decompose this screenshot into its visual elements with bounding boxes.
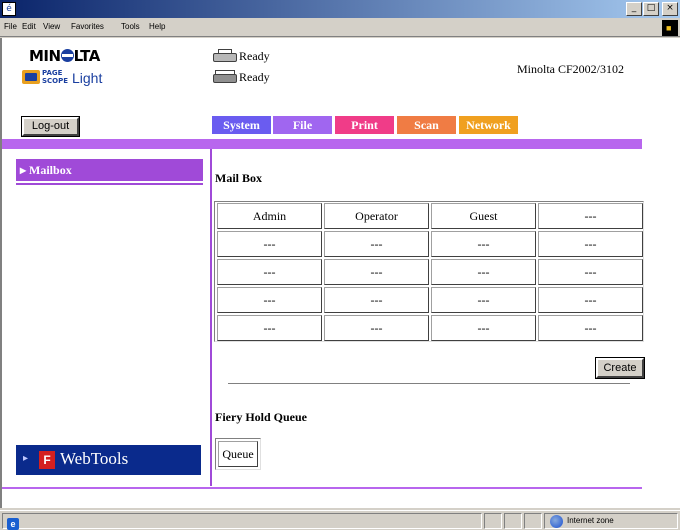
maximize-button[interactable]: □ xyxy=(643,2,659,16)
mailbox-cell[interactable]: --- xyxy=(538,231,643,257)
mailbox-cell[interactable]: --- xyxy=(538,315,643,341)
brand-prefix: MIN xyxy=(29,47,61,65)
status-main-pane: e xyxy=(2,513,482,530)
mailbox-cell[interactable]: --- xyxy=(431,287,536,313)
minolta-globe-icon xyxy=(60,49,74,62)
printer-status: Ready xyxy=(212,48,292,65)
mailbox-cell[interactable]: --- xyxy=(538,259,643,285)
sidebar-divider xyxy=(210,149,212,486)
minolta-logo: MIN LTA xyxy=(29,47,100,65)
create-button[interactable]: Create xyxy=(595,357,645,379)
mailbox-cell[interactable]: --- xyxy=(538,287,643,313)
mailbox-cell[interactable]: --- xyxy=(324,231,429,257)
tab-system[interactable]: System xyxy=(212,116,271,134)
pagescope-light-text: Light xyxy=(72,70,103,86)
webtools-label: WebTools xyxy=(60,449,129,468)
sidebar-underline xyxy=(16,183,203,185)
tab-file[interactable]: File xyxy=(273,116,332,134)
fiery-logo-icon: F xyxy=(39,451,55,469)
menu-bar: File Edit View Favorites Tools Help ■ xyxy=(0,19,680,37)
mailbox-cell[interactable]: --- xyxy=(217,315,322,341)
menu-tools[interactable]: Tools xyxy=(121,22,140,31)
ie-app-icon: é xyxy=(2,2,16,16)
brand-suffix: LTA xyxy=(73,47,101,65)
pagescope-page-text: PAGE SCOPE xyxy=(42,69,69,85)
status-bar: e Internet zone xyxy=(0,510,680,530)
mailbox-cell[interactable]: Operator xyxy=(324,203,429,229)
copier-status-text: Ready xyxy=(239,70,270,84)
mailbox-cell[interactable]: --- xyxy=(431,315,536,341)
printer-icon xyxy=(212,49,238,63)
menu-help[interactable]: Help xyxy=(149,22,165,31)
mailbox-cell[interactable]: Guest xyxy=(431,203,536,229)
mailbox-cell[interactable]: --- xyxy=(324,315,429,341)
mailbox-table: Admin Operator Guest --- --- --- --- ---… xyxy=(214,201,644,342)
ie-page-icon: e xyxy=(7,518,19,530)
close-button[interactable]: × xyxy=(662,2,678,16)
mailbox-cell[interactable]: --- xyxy=(217,259,322,285)
menu-view[interactable]: View xyxy=(43,22,60,31)
mailbox-cell[interactable]: --- xyxy=(324,259,429,285)
fiery-hold-queue-title: Fiery Hold Queue xyxy=(215,410,307,424)
browser-window: é _ □ × File Edit View Favorites Tools H… xyxy=(0,0,680,530)
mailbox-title: Mail Box xyxy=(215,171,262,185)
tab-scan[interactable]: Scan xyxy=(397,116,456,134)
copier-icon xyxy=(212,70,238,84)
tab-print[interactable]: Print xyxy=(335,116,394,134)
logout-button[interactable]: Log-out xyxy=(21,116,80,137)
printer-status-text: Ready xyxy=(239,49,270,63)
title-bar: é _ □ × xyxy=(0,0,680,18)
status-pane xyxy=(504,513,522,529)
footer-divider-bar xyxy=(2,487,642,489)
minimize-button[interactable]: _ xyxy=(626,2,642,16)
page-content: MIN LTA PAGE SCOPE Light Ready Ready Minol… xyxy=(0,38,680,508)
chevron-right-icon: ▸ xyxy=(23,453,29,464)
menu-file[interactable]: File xyxy=(4,22,17,31)
menu-favorites[interactable]: Favorites xyxy=(71,22,104,31)
fiery-queue-table: Queue xyxy=(215,438,261,470)
status-pane xyxy=(524,513,542,529)
webtools-link[interactable]: ▸ F WebTools xyxy=(16,445,201,475)
nav-divider-bar xyxy=(2,139,642,149)
section-divider xyxy=(228,383,630,385)
mailbox-cell[interactable]: --- xyxy=(217,231,322,257)
sidebar-item-mailbox[interactable]: ▸ Mailbox xyxy=(16,159,203,181)
tab-network[interactable]: Network xyxy=(459,116,518,134)
security-zone-text: Internet zone xyxy=(567,516,614,525)
copier-status: Ready xyxy=(212,69,292,86)
mailbox-cell[interactable]: --- xyxy=(431,231,536,257)
internet-globe-icon xyxy=(550,515,563,528)
mailbox-cell[interactable]: --- xyxy=(324,287,429,313)
mailbox-cell[interactable]: --- xyxy=(538,203,643,229)
status-pane xyxy=(484,513,502,529)
mailbox-cell[interactable]: Admin xyxy=(217,203,322,229)
menu-edit[interactable]: Edit xyxy=(22,22,36,31)
mailbox-cell[interactable]: --- xyxy=(217,287,322,313)
pagescope-logo: PAGE SCOPE Light xyxy=(22,68,112,88)
pagescope-mark-icon xyxy=(22,70,40,84)
device-model: Minolta CF2002/3102 xyxy=(517,62,625,76)
queue-link[interactable]: Queue xyxy=(218,441,258,467)
mailbox-cell[interactable]: --- xyxy=(431,259,536,285)
windows-logo-icon: ■ xyxy=(662,20,678,36)
sidebar: ▸ Mailbox xyxy=(2,149,210,487)
